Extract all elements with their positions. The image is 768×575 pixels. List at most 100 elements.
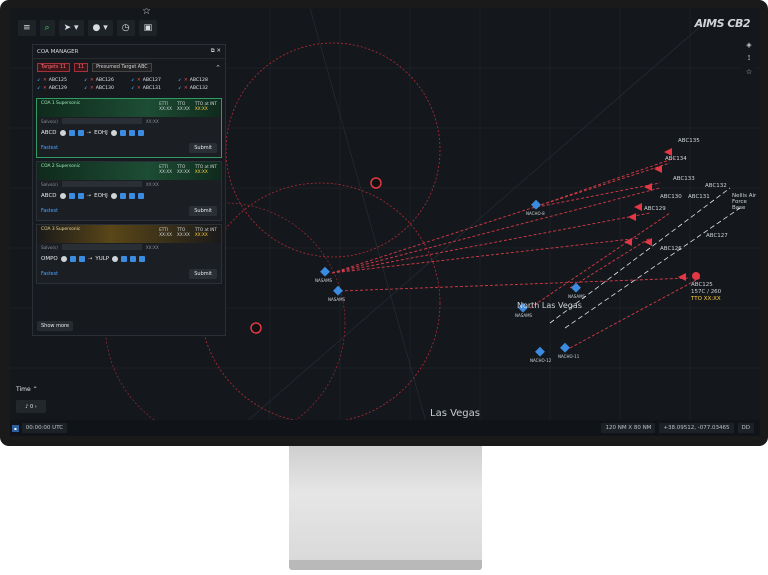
popout-icon[interactable]: ⧉ (211, 48, 215, 54)
count-chip[interactable]: 11 (73, 63, 89, 72)
track-label: ABC135 (678, 138, 700, 144)
site-label: NACHO-8 (526, 211, 545, 216)
coa-route: ABCD ➝ EOHJ (37, 125, 221, 141)
monitor-stand (289, 446, 482, 564)
submit-button[interactable]: Submit (189, 143, 217, 153)
target-item[interactable]: ➹ ✕ ABC130 (84, 86, 127, 91)
unit-icon (78, 256, 85, 262)
unit-icon (77, 130, 84, 136)
time-label[interactable]: Time ⌃ (16, 386, 38, 393)
coa-subrow: Salvo(s) XX:XX (41, 118, 159, 124)
track-tto: TTO XX:XX (691, 296, 721, 302)
track-label: ABC132 (705, 183, 727, 189)
unit-icon (128, 130, 135, 136)
targets-chip[interactable]: Targets 11 (37, 63, 70, 72)
fastest-label: Fastest (41, 208, 58, 214)
chevron-up-icon[interactable]: ⌃ (33, 386, 38, 393)
pointer-tool-button[interactable]: ➤ ▾ (58, 20, 84, 36)
nellis-label: Nellis Air Force Base (732, 193, 757, 211)
submit-button[interactable]: Submit (189, 206, 217, 216)
track-label: ABC125 (691, 282, 713, 288)
close-icon[interactable]: ✕ (216, 48, 221, 54)
show-more-button[interactable]: Show more (37, 321, 74, 331)
track-label: ABC130 (660, 194, 682, 200)
city-label: Las Vegas (430, 408, 480, 419)
unit-icon (139, 256, 146, 262)
coa-header: COA 1 Supersonic ETTI XX:XX TTO XX:XX TTO at… (37, 99, 221, 117)
sensor-icon (60, 256, 67, 262)
track-label: ABC126 (660, 246, 682, 252)
sensor-icon (59, 130, 66, 136)
sensor-icon (112, 256, 119, 262)
coa-route: OMPO ➝ YULP (37, 251, 221, 267)
favorite-icon[interactable]: ☆ (142, 8, 151, 17)
layers-button[interactable]: ▣ (138, 20, 158, 36)
unit-icon (130, 256, 137, 262)
filter-row: Targets 11 11 Presumed Target ABC ⌃ (33, 59, 225, 76)
coa-header: COA 2 Supersonic ETTI XX:XX TTO XX:XX TTO at… (37, 162, 221, 180)
submit-button[interactable]: Submit (189, 269, 217, 279)
panel-header: COA MANAGER ⧉ ✕ (33, 45, 225, 59)
clock-badge-icon: ▪ (12, 424, 19, 432)
coord-format-toggle[interactable]: DD (737, 423, 754, 433)
coa-route: ABCD ➝ EOHJ (37, 188, 221, 204)
screen: ☆ ≡ ⌕ ➤ ▾ ● ▾ ◷ ▣ AIMS CB2 ◈ ⟟ ☆ Las Veg… (10, 8, 760, 436)
target-item[interactable]: ➹ ✕ ABC129 (37, 86, 80, 91)
coa-header: COA 3 Supersonic ETTI XX:XX TTO XX:XX TTO at… (37, 225, 221, 243)
coa-manager-panel: COA MANAGER ⧉ ✕ Targets 11 11 Presumed T… (32, 44, 226, 336)
collapse-icon[interactable]: ⌃ (215, 64, 221, 72)
target-item[interactable]: ➹ ✕ ABC128 (178, 78, 221, 83)
unit-icon (77, 193, 84, 199)
unit-icon (128, 193, 135, 199)
coa-subrow: Salvo(s) XX:XX (41, 181, 159, 187)
track-label: ABC129 (644, 206, 666, 212)
coa-card[interactable]: COA 3 Supersonic ETTI XX:XX TTO XX:XX TTO at… (36, 224, 222, 284)
target-item[interactable]: ➹ ✕ ABC127 (131, 78, 174, 83)
site-label: NASAMS (315, 278, 333, 283)
time-control[interactable]: ♪ 0 › (16, 400, 46, 413)
track-label: ABC131 (688, 194, 710, 200)
site-label: NACHO-12 (530, 358, 552, 363)
site-label: NACHO-11 (558, 354, 580, 359)
right-toolbar: ◈ ⟟ ☆ (742, 38, 756, 79)
status-bar: ▪ 00:00:00 UTC 120 NM X 80 NM +38.09512, … (10, 420, 760, 436)
target-item[interactable]: ➹ ✕ ABC125 (37, 78, 80, 83)
target-item[interactable]: ➹ ✕ ABC132 (178, 86, 221, 91)
panel-title: COA MANAGER (37, 48, 79, 55)
target-select[interactable]: Presumed Target ABC (92, 63, 152, 72)
unit-icon (137, 193, 144, 199)
site-label: NASAMS (568, 294, 586, 299)
track-label: ABC133 (673, 176, 695, 182)
track-speed: 157C / 260 (691, 289, 722, 295)
unit-icon (121, 256, 128, 262)
pin-tool-button[interactable]: ● ▾ (87, 20, 113, 36)
fastest-label: Fastest (41, 271, 58, 277)
unit-icon (68, 130, 75, 136)
menu-button[interactable]: ≡ (18, 20, 36, 36)
target-list: ➹ ✕ ABC125 ➹ ✕ ABC126 ➹ ✕ ABC127 ➹ ✕ ABC128 ➹ ✕ AB… (33, 76, 225, 95)
sensor-icon (110, 130, 117, 136)
chevron-right-icon[interactable]: › (35, 404, 37, 410)
feed-icon[interactable]: ⟟ (748, 54, 751, 63)
monitor-stand-base (289, 560, 482, 570)
target-item[interactable]: ➹ ✕ ABC126 (84, 78, 127, 83)
bell-icon: ♪ (25, 403, 29, 410)
target-item[interactable]: ➹ ✕ ABC131 (131, 86, 174, 91)
coa-card[interactable]: COA 1 Supersonic ETTI XX:XX TTO XX:XX TTO at… (36, 98, 222, 158)
map-scale: 120 NM X 80 NM (601, 423, 656, 433)
unit-icon (69, 256, 76, 262)
arrow-icon: ➝ (86, 193, 92, 199)
unit-icon (137, 130, 144, 136)
unit-icon (68, 193, 75, 199)
utc-time: 00:00:00 UTC (21, 423, 68, 433)
search-button[interactable]: ⌕ (39, 20, 55, 36)
arrow-icon: ➝ (87, 256, 93, 262)
timer-button[interactable]: ◷ (116, 20, 135, 36)
monitor-frame: ☆ ≡ ⌕ ➤ ▾ ● ▾ ◷ ▣ AIMS CB2 ◈ ⟟ ☆ Las Veg… (0, 0, 768, 446)
threat-marker (692, 272, 700, 280)
coa-card[interactable]: COA 2 Supersonic ETTI XX:XX TTO XX:XX TTO at… (36, 161, 222, 221)
layers-icon[interactable]: ◈ (746, 41, 751, 49)
star-icon[interactable]: ☆ (746, 68, 752, 76)
coa-subrow: Salvo(s) XX:XX (41, 244, 159, 250)
fastest-label: Fastest (41, 145, 58, 151)
